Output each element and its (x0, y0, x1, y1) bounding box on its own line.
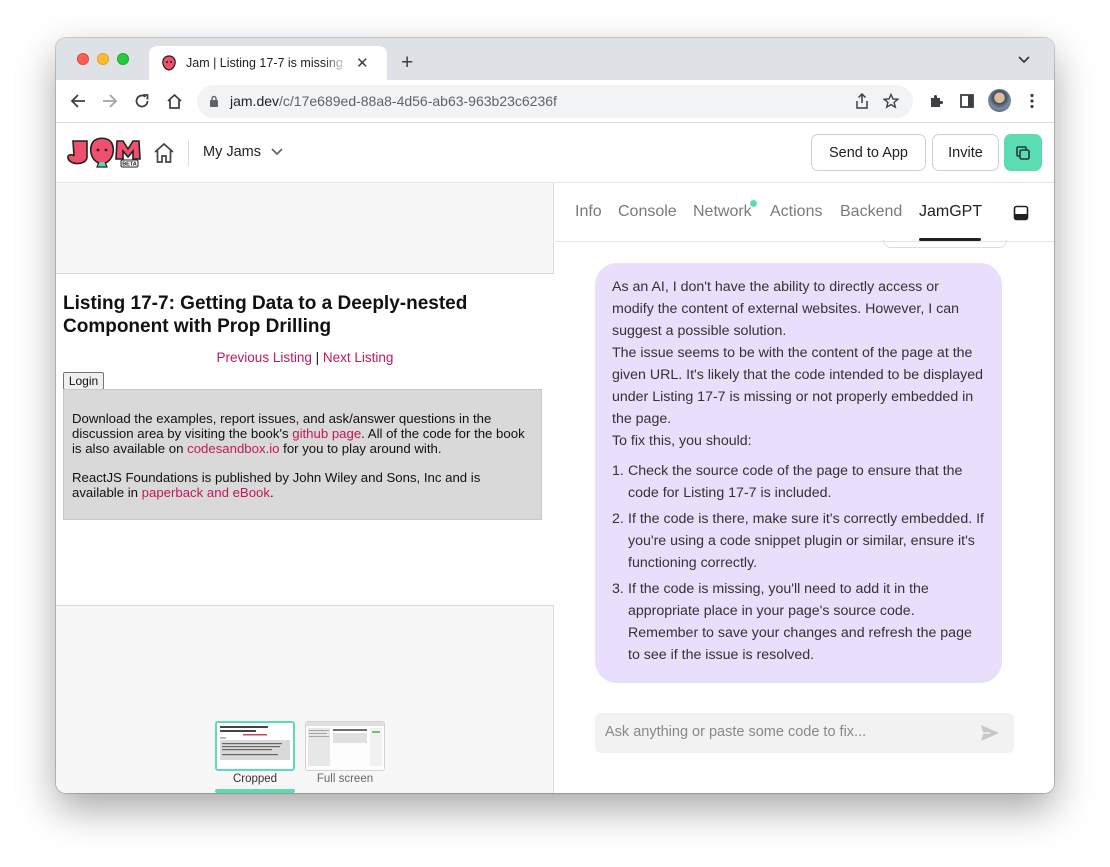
star-icon[interactable] (883, 93, 899, 109)
preview-info-box: Download the examples, report issues, an… (63, 389, 542, 520)
thumbnail-label-full-screen: Full screen (316, 773, 374, 785)
tab-info[interactable]: Info (575, 203, 602, 221)
preview-download-paragraph: Download the examples, report issues, an… (72, 411, 533, 456)
lock-icon[interactable] (209, 95, 219, 108)
sidepanel-icon[interactable] (957, 91, 977, 111)
send-to-app-button[interactable]: Send to App (811, 134, 926, 171)
jam-logo[interactable]: BETA (67, 137, 143, 174)
screenshot-preview[interactable]: Listing 17-7: Getting Data to a Deeply-n… (56, 273, 554, 606)
github-page-link[interactable]: github page (292, 426, 361, 441)
list-item: 3. If the code is missing, you'll need to… (612, 578, 984, 666)
tab-strip: Jam | Listing 17-7 is missing the ✕ + (56, 38, 1054, 80)
tab-actions[interactable]: Actions (770, 203, 822, 221)
scrolled-message-edge (883, 240, 1007, 248)
jamgpt-response-bubble: As an AI, I don't have the ability to di… (595, 263, 1002, 683)
jam-home-icon[interactable] (152, 141, 176, 170)
codesandbox-link[interactable]: codesandbox.io (187, 441, 279, 456)
invite-button[interactable]: Invite (932, 134, 999, 171)
tab-jamgpt[interactable]: JamGPT (919, 203, 982, 221)
tab-close-icon[interactable]: ✕ (356, 56, 369, 71)
previous-listing-link[interactable]: Previous Listing (217, 350, 312, 365)
devtools-panel: Info Console Network Actions Backend Jam… (555, 183, 1054, 793)
thumbnail-cropped[interactable] (215, 721, 295, 771)
preview-publisher-paragraph: ReactJS Foundations is published by John… (72, 470, 533, 500)
copy-icon (1016, 145, 1030, 160)
thumbnail-full-screen[interactable] (305, 721, 385, 771)
selected-thumbnail-indicator (215, 789, 295, 793)
screenshot-thumbnails: Cropped Full screen (215, 721, 395, 793)
url-path: /c/17e689ed-88a8-4d56-ab63-963b23c6236f (279, 93, 557, 109)
address-bar[interactable]: jam.dev/c/17e689ed-88a8-4d56-ab63-963b23… (197, 85, 913, 118)
tab-backend[interactable]: Backend (840, 203, 902, 221)
tab-search-chevron-icon[interactable] (1018, 56, 1030, 64)
step-number: 1. (612, 463, 624, 479)
jam-favicon-icon (161, 55, 177, 71)
chevron-down-icon (271, 148, 283, 156)
jamgpt-ask-input[interactable]: Ask anything or paste some code to fix..… (595, 713, 1014, 753)
my-jams-label: My Jams (203, 144, 261, 160)
url-text: jam.dev/c/17e689ed-88a8-4d56-ab63-963b23… (230, 93, 557, 109)
para2-text-a: ReactJS Foundations is published by John… (72, 470, 481, 500)
step-text: If the code is there, make sure it's cor… (628, 511, 984, 571)
copy-link-button[interactable] (1004, 134, 1042, 171)
tab-network[interactable]: Network (693, 203, 752, 221)
beta-badge: BETA (122, 162, 137, 168)
panel-toggle-icon[interactable] (1013, 205, 1029, 221)
step-text: If the code is missing, you'll need to a… (628, 581, 972, 663)
menu-icon[interactable] (1022, 91, 1042, 111)
para2-text-b: . (269, 485, 274, 500)
paperback-ebook-link[interactable]: paperback and eBook (142, 485, 270, 500)
devtools-tabs: Info Console Network Actions Backend Jam… (555, 183, 1054, 242)
nav-separator: | (315, 350, 320, 365)
close-window-button[interactable] (77, 53, 89, 65)
screenshot-panel: Listing 17-7: Getting Data to a Deeply-n… (56, 183, 554, 793)
tab-title: Jam | Listing 17-7 is missing the (186, 56, 348, 70)
extensions-icon[interactable] (926, 91, 946, 111)
preview-title: Listing 17-7: Getting Data to a Deeply-n… (63, 293, 468, 337)
home-icon[interactable] (164, 91, 184, 111)
response-paragraph-2: The issue seems to be with the content o… (612, 345, 984, 427)
preview-listing-nav: Previous Listing | Next Listing (56, 350, 554, 365)
forward-icon[interactable] (100, 91, 120, 111)
fullscreen-window-button[interactable] (117, 53, 129, 65)
avatar[interactable] (988, 89, 1011, 112)
step-number: 2. (612, 511, 624, 527)
header-divider (188, 140, 189, 166)
url-host: jam.dev (230, 93, 280, 109)
share-icon[interactable] (855, 93, 869, 109)
tab-console[interactable]: Console (618, 203, 677, 221)
reload-icon[interactable] (132, 91, 152, 111)
jam-header: BETA My Jams Send to App Invite (56, 123, 1054, 183)
preview-login-button[interactable]: Login (63, 372, 104, 390)
back-icon[interactable] (68, 91, 88, 111)
thumbnail-label-cropped: Cropped (232, 773, 278, 785)
browser-window: Jam | Listing 17-7 is missing the ✕ + ja… (56, 38, 1054, 793)
response-paragraph-1: As an AI, I don't have the ability to di… (612, 279, 959, 339)
response-steps-list: 1. Check the source code of the page to e… (612, 460, 984, 666)
para1-text-c: for you to play around with. (279, 441, 442, 456)
browser-toolbar: jam.dev/c/17e689ed-88a8-4d56-ab63-963b23… (56, 80, 1054, 123)
list-item: 2. If the code is there, make sure it's c… (612, 508, 984, 574)
minimize-window-button[interactable] (97, 53, 109, 65)
my-jams-dropdown[interactable]: My Jams (203, 144, 283, 160)
response-paragraph-3: To fix this, you should: (612, 433, 752, 449)
send-icon[interactable] (980, 724, 1000, 742)
list-item: 1. Check the source code of the page to e… (612, 460, 984, 504)
browser-tab[interactable]: Jam | Listing 17-7 is missing the ✕ (149, 46, 387, 80)
step-number: 3. (612, 581, 624, 597)
network-activity-dot (750, 200, 757, 207)
ask-input-placeholder: Ask anything or paste some code to fix..… (605, 724, 867, 740)
step-text: Check the source code of the page to ens… (628, 463, 963, 501)
next-listing-link[interactable]: Next Listing (323, 350, 394, 365)
new-tab-icon[interactable]: + (401, 52, 413, 73)
